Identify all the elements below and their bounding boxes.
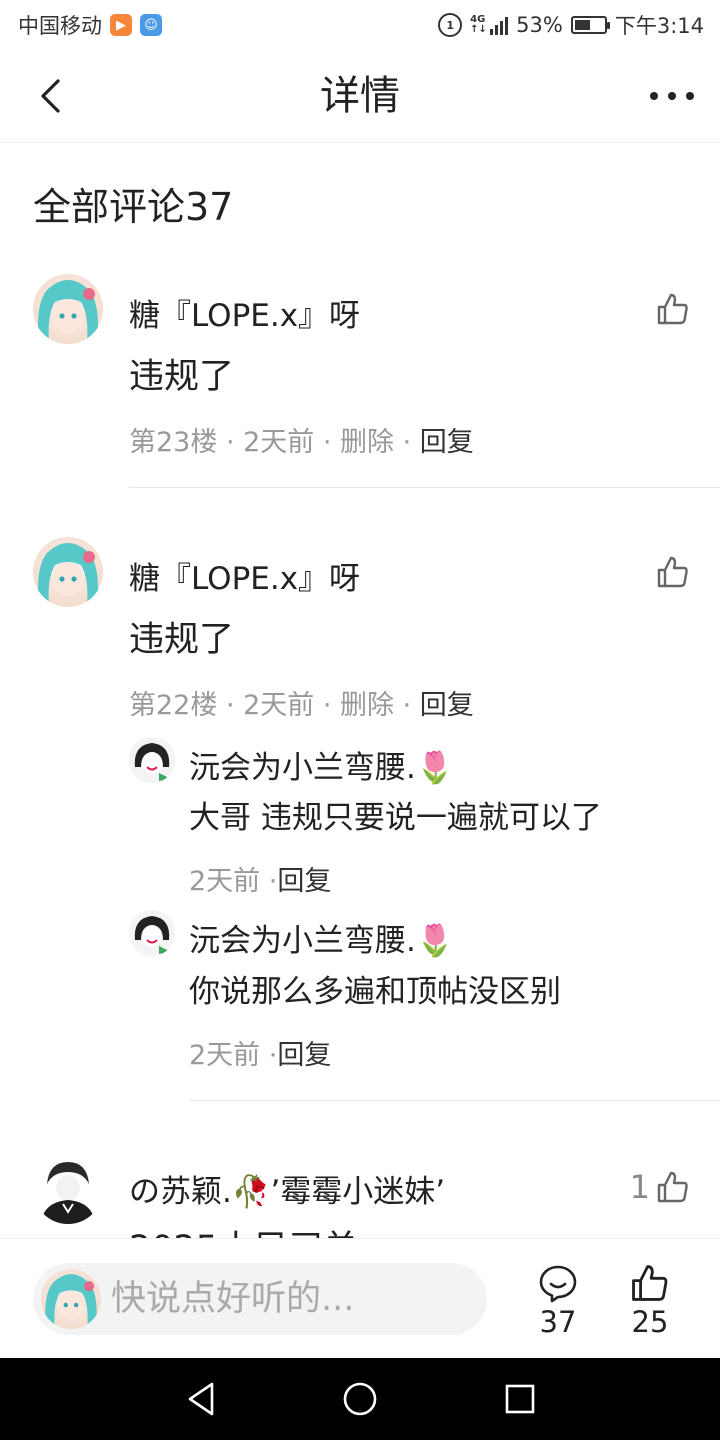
like-count: 1 bbox=[629, 1168, 650, 1206]
like-count: 25 bbox=[631, 1305, 669, 1339]
reply-meta: 2天前 ·回复 bbox=[189, 1040, 332, 1071]
thumbs-up-icon bbox=[632, 1265, 668, 1301]
input-placeholder: 快说点好听的... bbox=[111, 1279, 355, 1319]
comment-text: 违规了 bbox=[129, 620, 235, 660]
thumbs-up-icon bbox=[657, 1171, 688, 1203]
delete-link[interactable]: 删除 bbox=[340, 427, 394, 458]
comment-time: 2天前 bbox=[243, 427, 315, 458]
comment-input-bar: 快说点好听的... 37 25 bbox=[0, 1238, 720, 1358]
status-bar: 中国移动 ▶ ☺ 1 4G ↑↓ 53% 下午3:14 bbox=[0, 0, 720, 50]
comment-like-button[interactable] bbox=[656, 555, 690, 589]
divider bbox=[189, 1100, 720, 1101]
comment-like-button[interactable]: 1 bbox=[630, 1168, 690, 1206]
page-title: 详情 bbox=[320, 73, 400, 119]
thumbs-up-icon bbox=[657, 556, 688, 588]
comments-button[interactable]: 37 bbox=[528, 1263, 588, 1339]
top-app-bar: 详情 bbox=[0, 50, 720, 143]
back-button[interactable] bbox=[30, 76, 70, 116]
comment-time: 2天前 bbox=[243, 690, 315, 721]
reply-link[interactable]: 回复 bbox=[420, 427, 474, 458]
comment-like-button[interactable] bbox=[656, 292, 690, 326]
avatar[interactable] bbox=[33, 1154, 103, 1224]
comment-username[interactable]: 糖『LOPE.x』呀 bbox=[129, 553, 360, 598]
reply-link[interactable]: 回复 bbox=[277, 866, 331, 897]
more-options-button[interactable] bbox=[650, 80, 694, 112]
reply-time: 2天前 bbox=[189, 1040, 261, 1071]
floor-number: 第23楼 bbox=[129, 427, 218, 458]
hd-call-icon: 1 bbox=[438, 13, 463, 37]
reply-link[interactable]: 回复 bbox=[420, 690, 474, 721]
more-dots-icon bbox=[650, 92, 658, 100]
divider bbox=[129, 487, 720, 488]
comment-item: 糖『LOPE.x』呀 违规了 第23楼 · 2天前 · 删除 · 回复 bbox=[0, 270, 720, 490]
system-nav-bar bbox=[0, 1358, 720, 1440]
floor-number: 第22楼 bbox=[129, 690, 218, 721]
battery-percent: 53% bbox=[516, 13, 563, 37]
chat-app-icon: ☺ bbox=[140, 14, 162, 36]
comment-username[interactable]: 糖『LOPE.x』呀 bbox=[129, 290, 360, 335]
comment-input[interactable]: 快说点好听的... bbox=[33, 1263, 487, 1335]
comment-bubble-icon bbox=[539, 1265, 577, 1303]
thumbs-up-icon bbox=[657, 293, 688, 325]
reply-text: 大哥 违规只要说一遍就可以了 bbox=[189, 800, 602, 836]
comment-item: 糖『LOPE.x』呀 违规了 第22楼 · 2天前 · 删除 · 回复 沅会为小… bbox=[0, 533, 720, 1103]
all-comments-heading: 全部评论37 bbox=[33, 185, 234, 229]
clock: 下午3:14 bbox=[614, 14, 704, 38]
signal-strength-icon bbox=[490, 15, 509, 35]
nav-back-button[interactable] bbox=[181, 1379, 221, 1419]
square-recents-icon bbox=[505, 1384, 535, 1414]
chevron-left-icon bbox=[41, 79, 60, 113]
battery-icon bbox=[570, 16, 610, 34]
reply-link[interactable]: 回复 bbox=[277, 1040, 331, 1071]
like-button[interactable]: 25 bbox=[620, 1263, 680, 1339]
comment-meta: 第23楼 · 2天前 · 删除 · 回复 bbox=[129, 427, 474, 458]
nav-recents-button[interactable] bbox=[500, 1379, 540, 1419]
reply-text: 你说那么多遍和顶帖没区别 bbox=[189, 974, 561, 1010]
nav-home-button[interactable] bbox=[340, 1379, 380, 1419]
comment-text: 违规了 bbox=[129, 357, 235, 397]
comment-meta: 第22楼 · 2天前 · 删除 · 回复 bbox=[129, 690, 474, 721]
video-app-icon: ▶ bbox=[110, 14, 132, 36]
reply-username[interactable]: 沅会为小兰弯腰.🌷 bbox=[189, 742, 454, 787]
delete-link[interactable]: 删除 bbox=[340, 690, 394, 721]
avatar[interactable] bbox=[33, 537, 103, 607]
reply-avatar[interactable] bbox=[129, 910, 175, 956]
comment-count: 37 bbox=[539, 1305, 577, 1339]
carrier-label: 中国移动 bbox=[18, 14, 102, 38]
reply-meta: 2天前 ·回复 bbox=[189, 866, 332, 897]
comment-item: の苏颖.🥀’霉霉小迷妹’ 2025小目习单 1 bbox=[0, 1150, 720, 1238]
reply-username[interactable]: 沅会为小兰弯腰.🌷 bbox=[189, 915, 454, 960]
reply-avatar[interactable] bbox=[129, 737, 175, 783]
circle-home-icon bbox=[343, 1382, 377, 1416]
comment-username[interactable]: の苏颖.🥀’霉霉小迷妹’ bbox=[129, 1166, 445, 1211]
triangle-back-icon bbox=[188, 1382, 214, 1416]
reply-time: 2天前 bbox=[189, 866, 261, 897]
my-avatar bbox=[41, 1269, 101, 1329]
network-type-icon: 4G ↑↓ bbox=[470, 14, 487, 35]
avatar[interactable] bbox=[33, 274, 103, 344]
comment-text: 2025小目习单 bbox=[129, 1220, 358, 1238]
